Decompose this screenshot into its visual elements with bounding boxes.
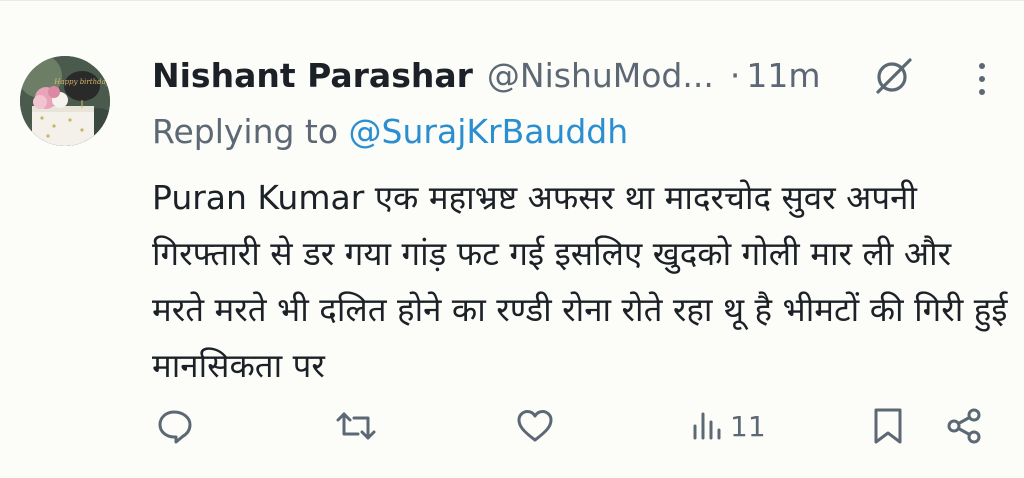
replying-to-label: Replying to [152,112,339,151]
reply-button[interactable] [154,400,194,452]
author-name[interactable]: Nishant Parashar [152,56,473,95]
view-count: 11 [730,409,766,443]
views-button[interactable]: 11 [690,400,766,452]
grok-icon[interactable] [872,56,916,96]
tweet-text: Puran Kumar एक महाभ्रष्ट अफसर था मादरचोद… [152,178,1008,385]
tweet-timestamp[interactable]: 11m [746,56,820,95]
reply-mention-link[interactable]: @SurajKrBauddh [349,112,629,151]
reply-icon [158,410,192,444]
action-bar: 11 [0,400,1024,456]
avatar-caption: Happy birthday [53,78,110,86]
heart-icon [517,410,553,442]
like-button[interactable] [514,400,556,452]
views-icon [693,412,721,440]
header-separator: · [729,55,741,95]
share-button[interactable] [944,400,984,452]
tweet-header: Nishant Parashar @NishuMod... · 11m [152,52,821,98]
bookmark-icon [874,408,902,444]
avatar[interactable]: Happy birthday [20,56,110,146]
share-icon [947,408,981,444]
replying-to: Replying to @SurajKrBauddh [152,112,628,151]
avatar-image: Happy birthday [20,56,110,146]
retweet-icon [336,412,376,440]
more-vertical-icon[interactable] [972,60,992,100]
retweet-button[interactable] [334,400,378,452]
top-divider [0,0,1024,1]
author-handle[interactable]: @NishuMod... [487,56,714,95]
bookmark-button[interactable] [870,400,906,452]
